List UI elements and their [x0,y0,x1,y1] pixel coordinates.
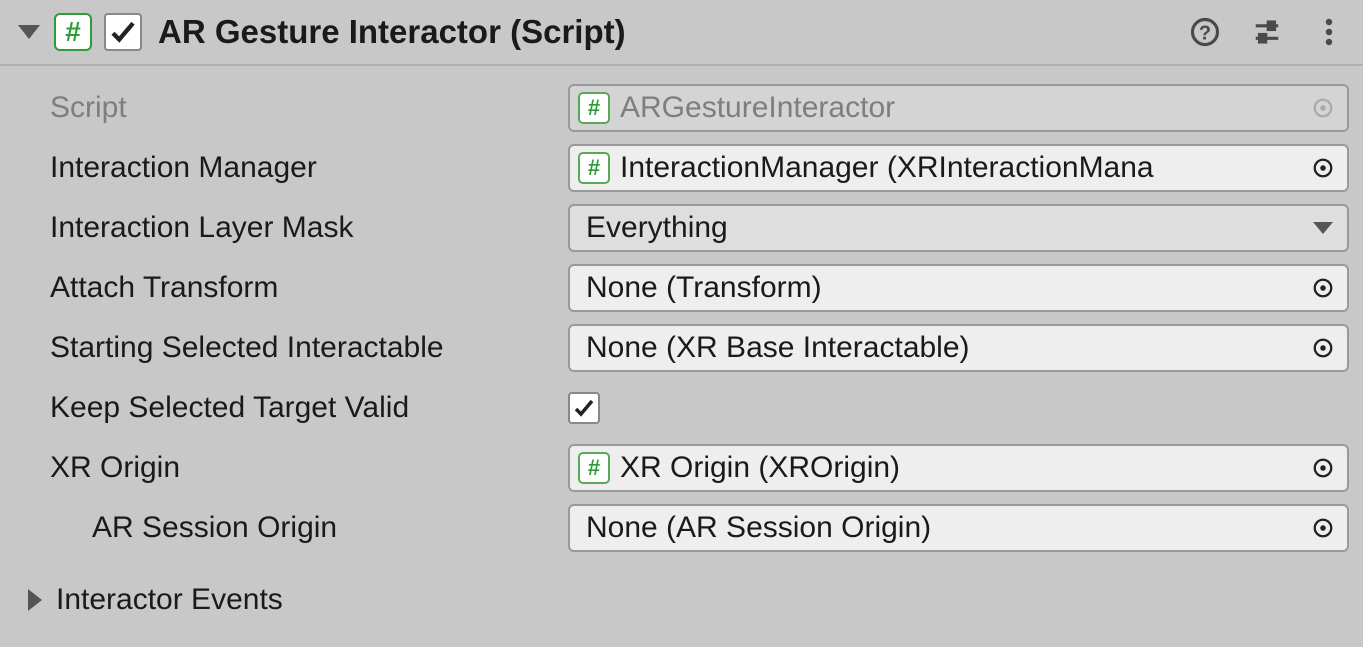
attach-transform-value: None (Transform) [578,271,1307,305]
foldout-toggle-icon[interactable] [18,25,40,39]
xr-origin-value: XR Origin (XROrigin) [620,451,1307,485]
field-interaction-layer-mask[interactable]: Everything [568,204,1349,252]
label-starting-selected: Starting Selected Interactable [14,331,568,365]
label-script: Script [14,91,568,125]
row-script: Script # ARGestureInteractor [14,80,1349,136]
row-keep-selected-valid: Keep Selected Target Valid [14,380,1349,436]
component-header: # AR Gesture Interactor (Script) ? [0,0,1363,66]
row-xr-origin: XR Origin # XR Origin (XROrigin) [14,440,1349,496]
label-attach-transform: Attach Transform [14,271,568,305]
svg-text:?: ? [1199,23,1211,45]
row-starting-selected: Starting Selected Interactable None (XR … [14,320,1349,376]
interactor-events-label: Interactor Events [56,583,283,617]
script-ref-icon: # [578,92,610,124]
field-keep-selected-valid-checkbox[interactable] [568,392,600,424]
row-attach-transform: Attach Transform None (Transform) [14,260,1349,316]
interactor-events-foldout[interactable]: Interactor Events [14,572,1349,628]
interaction-manager-value: InteractionManager (XRInteractionMana [620,151,1307,185]
row-interaction-layer-mask: Interaction Layer Mask Everything [14,200,1349,256]
component-panel: # AR Gesture Interactor (Script) ? Scrip… [0,0,1363,638]
script-ref-icon: # [578,152,610,184]
field-attach-transform[interactable]: None (Transform) [568,264,1349,312]
label-interaction-manager: Interaction Manager [14,151,568,185]
object-picker-icon[interactable] [1307,512,1339,544]
component-body: Script # ARGestureInteractor Interaction… [0,66,1363,638]
script-value: ARGestureInteractor [620,91,1307,125]
label-ar-session-origin: AR Session Origin [14,511,568,545]
object-picker-icon[interactable] [1307,452,1339,484]
field-ar-session-origin[interactable]: None (AR Session Origin) [568,504,1349,552]
dropdown-arrow-icon [1313,222,1333,234]
starting-selected-value: None (XR Base Interactable) [578,331,1307,365]
foldout-closed-icon [28,589,42,611]
presets-icon[interactable] [1247,12,1287,52]
context-menu-icon[interactable] [1309,12,1349,52]
label-interaction-layer-mask: Interaction Layer Mask [14,211,568,245]
object-picker-icon[interactable] [1307,332,1339,364]
row-interaction-manager: Interaction Manager # InteractionManager… [14,140,1349,196]
field-interaction-manager[interactable]: # InteractionManager (XRInteractionMana [568,144,1349,192]
help-icon[interactable]: ? [1185,12,1225,52]
component-title: AR Gesture Interactor (Script) [158,13,1163,51]
enable-component-checkbox[interactable] [104,13,142,51]
field-xr-origin[interactable]: # XR Origin (XROrigin) [568,444,1349,492]
script-ref-icon: # [578,452,610,484]
field-starting-selected[interactable]: None (XR Base Interactable) [568,324,1349,372]
object-picker-icon[interactable] [1307,152,1339,184]
label-xr-origin: XR Origin [14,451,568,485]
object-picker-icon[interactable] [1307,272,1339,304]
ar-session-origin-value: None (AR Session Origin) [578,511,1307,545]
object-picker-icon [1307,92,1339,124]
field-script: # ARGestureInteractor [568,84,1349,132]
interaction-layer-mask-value: Everything [586,211,1313,245]
label-keep-selected-valid: Keep Selected Target Valid [14,391,568,425]
row-ar-session-origin: AR Session Origin None (AR Session Origi… [14,500,1349,556]
script-icon: # [54,13,92,51]
